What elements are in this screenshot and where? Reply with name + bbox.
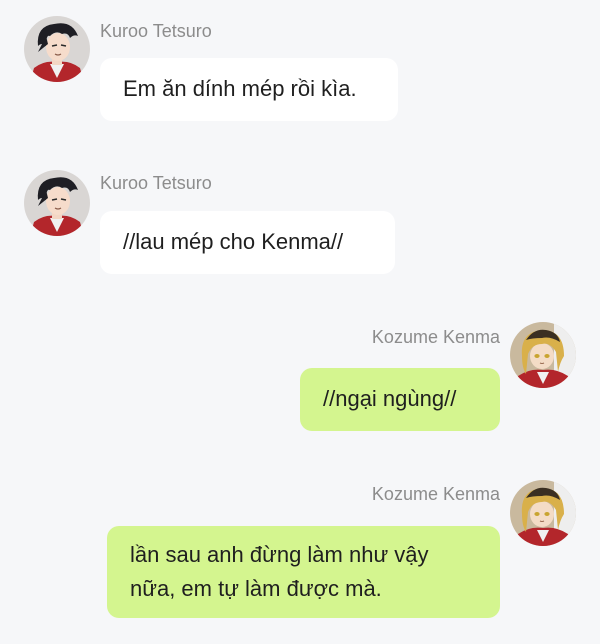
- sender-name: Kuroo Tetsuro: [100, 173, 212, 193]
- message-bubble[interactable]: Em ăn dính mép rồi kìa.: [100, 58, 398, 121]
- chat-thread: Kuroo Tetsuro Em ăn dính mép rồi kìa. Ku…: [0, 0, 600, 644]
- message-bubble[interactable]: lần sau anh đừng làm như vậy nữa, em tự …: [107, 526, 500, 618]
- kuroo-avatar-icon[interactable]: [24, 16, 90, 82]
- sender-name: Kuroo Tetsuro: [100, 21, 212, 41]
- message-bubble[interactable]: //lau mép cho Kenma//: [100, 211, 395, 274]
- kuroo-avatar-icon[interactable]: [24, 170, 90, 236]
- message-bubble[interactable]: //ngại ngùng//: [300, 368, 500, 431]
- sender-name: Kozume Kenma: [371, 327, 500, 347]
- kenma-avatar-icon[interactable]: [510, 480, 576, 546]
- sender-name: Kozume Kenma: [371, 484, 500, 504]
- kenma-avatar-icon[interactable]: [510, 322, 576, 388]
